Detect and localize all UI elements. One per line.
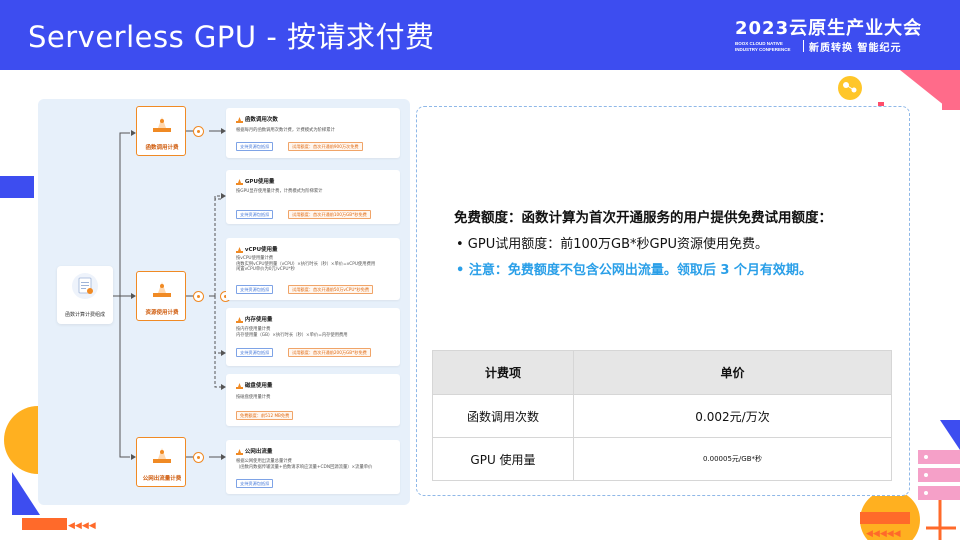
- page-title: Serverless GPU - 按请求付费: [28, 20, 435, 54]
- item-description: 按GPU显存使用量计费，计费模式为阶梯累计: [236, 189, 323, 194]
- item-card-vcpu: vCPU使用量 按vCPU使用量计费 函数实例vCPU使用量（vCPU）×执行时…: [226, 238, 400, 300]
- category-card-egress: 公网出流量计费: [136, 437, 186, 487]
- category-label-invocation: 函数调用计费: [145, 145, 179, 151]
- lamp-icon: [236, 178, 243, 185]
- conference-logo-english: BOOX CLOUD NATIVE INDUSTRY CONFERENCE: [735, 41, 791, 52]
- lamp-icon: [236, 116, 243, 123]
- lamp-icon: [153, 282, 171, 297]
- category-label-resource: 资源使用计费: [145, 310, 179, 316]
- tag-trial-quota: 试用额度：首次开通前200万GB*秒免费: [288, 348, 371, 357]
- column-header-price: 单价: [573, 350, 892, 395]
- table-cell: 函数调用次数: [432, 394, 574, 438]
- conference-slogan: 新质转换 智能纪元: [809, 43, 902, 54]
- svg-text:◀◀◀◀: ◀◀◀◀: [68, 521, 96, 531]
- conference-logo-title: 2023云原生产业大会: [735, 18, 923, 39]
- category-label-egress: 公网出流量计费: [142, 476, 182, 482]
- item-title: 磁盘使用量: [236, 381, 272, 389]
- category-card-resource: 资源使用计费: [136, 271, 186, 321]
- item-description: 按内存使用量计费 内存使用量（GB）×执行时长（秒）×单价=内存使用费用: [236, 327, 348, 338]
- lamp-icon: [236, 316, 243, 323]
- tag-resource-pack: 支持资源包抵扣: [236, 210, 274, 219]
- free-quota-title: 免费额度：函数计算为首次开通服务的用户提供免费试用额度：: [454, 210, 832, 226]
- free-quota-gpu-line: • GPU试用额度：前100万GB*秒GPU资源使用免费。: [456, 237, 768, 252]
- table-header-row: 计费项 单价: [432, 350, 892, 395]
- table-cell: GPU 使用量: [432, 437, 574, 481]
- item-description: 根据每月的函数调用次数计费，计费模式为阶梯累计: [236, 128, 335, 133]
- tag-trial-quota: 试用额度：首次开通前50万vCPU*秒免费: [288, 285, 374, 294]
- clipboard-icon: [72, 273, 98, 299]
- item-title: 公网出流量: [236, 447, 272, 455]
- item-description: 按磁盘使用量计费: [236, 395, 271, 400]
- item-card-invocations: 函数调用次数 根据每月的函数调用次数计费，计费模式为阶梯累计 支持资源包抵扣 试…: [226, 108, 400, 158]
- item-title: 内存使用量: [236, 315, 272, 323]
- lamp-icon: [153, 448, 171, 463]
- item-title: vCPU使用量: [236, 245, 278, 253]
- item-title: 函数调用次数: [236, 115, 278, 123]
- item-description: 根据公网使用出流量总量计费 （函数内数据传输流量+函数请求响应流量+CDN回源流…: [236, 459, 373, 470]
- column-header-item: 计费项: [432, 350, 574, 395]
- item-card-gpu: GPU使用量 按GPU显存使用量计费，计费模式为阶梯累计 支持资源包抵扣 试用额…: [226, 170, 400, 224]
- lamp-icon: [153, 117, 171, 132]
- item-title: GPU使用量: [236, 177, 274, 185]
- svg-text:◀◀◀◀◀: ◀◀◀◀◀: [866, 529, 901, 539]
- decoration-left-stripe: [0, 176, 34, 198]
- root-billing-label: 函数计算计费组成: [64, 312, 105, 318]
- table-row: GPU 使用量 0.00005元/GB*秒: [432, 437, 892, 481]
- table-cell: 0.002元/万次: [573, 394, 892, 438]
- slide: Serverless GPU - 按请求付费 2023云原生产业大会 BOOX …: [0, 0, 960, 540]
- tag-trial-quota: 试用额度：首次开通前100万GB*秒免费: [288, 210, 371, 219]
- tag-free-quota: 免费额度：前512 MB免费: [236, 411, 294, 420]
- tag-trial-quota: 试用额度：首次开通前900万次免费: [288, 142, 363, 151]
- lamp-icon: [236, 382, 243, 389]
- tag-resource-pack: 支持资源包抵扣: [236, 479, 274, 488]
- item-card-disk: 磁盘使用量 按磁盘使用量计费 免费额度：前512 MB免费: [226, 374, 400, 426]
- tag-resource-pack: 支持资源包抵扣: [236, 348, 274, 357]
- root-billing-card: 函数计算计费组成: [57, 266, 113, 324]
- lamp-icon: [236, 246, 243, 253]
- table-row: 函数调用次数 0.002元/万次: [432, 394, 892, 438]
- price-table: 计费项 单价 函数调用次数 0.002元/万次 GPU 使用量 0.00005元…: [432, 350, 892, 481]
- item-card-memory: 内存使用量 按内存使用量计费 内存使用量（GB）×执行时长（秒）×单价=内存使用…: [226, 308, 400, 366]
- logo-divider: [803, 40, 804, 52]
- category-card-invocation: 函数调用计费: [136, 106, 186, 156]
- connector-node: [193, 291, 204, 302]
- table-cell: 0.00005元/GB*秒: [573, 437, 892, 481]
- lamp-icon: [236, 448, 243, 455]
- tag-resource-pack: 支持资源包抵扣: [236, 142, 274, 151]
- item-description: 按vCPU使用量计费 函数实例vCPU使用量（vCPU）×执行时长（秒）×单价=…: [236, 256, 376, 273]
- tag-resource-pack: 支持资源包抵扣: [236, 285, 274, 294]
- free-quota-note-line: • 注意：免费额度不包含公网出流量。领取后 3 个月有效期。: [456, 263, 812, 278]
- item-card-egress: 公网出流量 根据公网使用出流量总量计费 （函数内数据传输流量+函数请求响应流量+…: [226, 440, 400, 494]
- connector-node: [193, 126, 204, 137]
- connector-node: [193, 452, 204, 463]
